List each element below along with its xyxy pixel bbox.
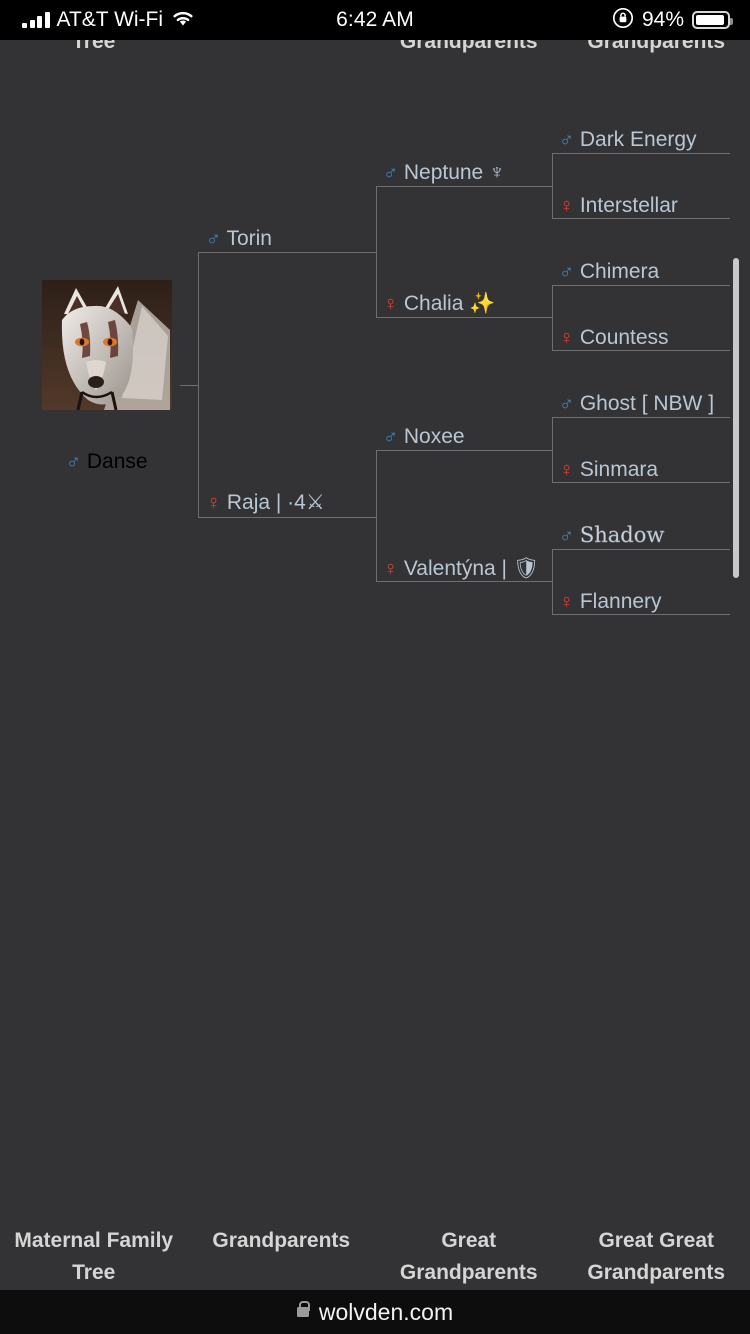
female-symbol-icon: ♀ xyxy=(559,195,574,217)
node-neptune[interactable]: ♂ Neptune ♆ xyxy=(383,162,505,183)
battery-percent-label: 94% xyxy=(641,8,684,31)
male-symbol-icon: ♂ xyxy=(383,162,398,184)
node-interstellar[interactable]: ♀ Interstellar xyxy=(559,195,678,216)
female-symbol-icon: ♀ xyxy=(559,327,574,349)
bracket-parents xyxy=(198,252,376,518)
node-name: Sinmara xyxy=(579,458,659,481)
vertical-scrollbar[interactable] xyxy=(733,258,739,578)
node-name: Torin xyxy=(226,227,272,250)
node-name: Raja | ·4⚔ xyxy=(226,491,325,514)
status-bar-right: 94% xyxy=(612,0,733,40)
maternal-tree-headers: Maternal Family Tree Grandparents Great … xyxy=(0,1225,750,1289)
node-danse[interactable]: ♂ Danse xyxy=(66,450,148,474)
node-name: Dark Energy xyxy=(579,128,697,151)
male-symbol-icon: ♂ xyxy=(559,525,574,547)
node-chalia[interactable]: ♀ Chalia ✨ xyxy=(383,293,495,314)
node-name: Flannery xyxy=(579,590,662,613)
node-noxee[interactable]: ♂ Noxee xyxy=(383,426,465,447)
maternal-header-0: Maternal Family Tree xyxy=(14,1229,174,1284)
node-name: Ghost [ NBW ] xyxy=(579,392,715,415)
female-symbol-icon: ♀ xyxy=(383,558,398,580)
node-name: Neptune ♆ xyxy=(403,161,505,184)
node-countess[interactable]: ♀ Countess xyxy=(559,327,669,348)
male-symbol-icon: ♂ xyxy=(383,426,398,448)
female-symbol-icon: ♀ xyxy=(559,459,574,481)
family-tree-page: Tree Grandparents Grandparents ♂ Danse ♂… xyxy=(0,40,750,1290)
node-torin[interactable]: ♂ Torin xyxy=(206,228,272,249)
node-name: Countess xyxy=(579,326,669,349)
maternal-family-tree: Maternal Family Tree Grandparents Great … xyxy=(0,650,750,1290)
node-name: Noxee xyxy=(403,425,465,448)
node-valentyna[interactable]: ♀ Valentýna | 🛡 xyxy=(383,558,539,579)
node-name: Chalia ✨ xyxy=(403,292,496,315)
url-label: wolvden.com xyxy=(318,1298,454,1325)
node-chimera[interactable]: ♂ Chimera xyxy=(559,261,659,282)
node-name: Shadow xyxy=(579,523,665,547)
node-name: Chimera xyxy=(579,260,660,283)
male-symbol-icon: ♂ xyxy=(559,393,574,415)
paternal-family-tree: ♂ Danse ♂ Torin ♀ Raja | ·4⚔ ♂ Neptune ♆ xyxy=(0,40,750,615)
female-symbol-icon: ♀ xyxy=(559,591,574,613)
lock-icon xyxy=(296,1301,311,1317)
male-symbol-icon: ♂ xyxy=(559,261,574,283)
node-raja[interactable]: ♀ Raja | ·4⚔ xyxy=(206,492,325,513)
node-name: Danse xyxy=(86,450,148,473)
avatar-danse[interactable] xyxy=(42,280,172,410)
male-symbol-icon: ♂ xyxy=(66,451,81,473)
node-ghost[interactable]: ♂ Ghost [ NBW ] xyxy=(559,393,714,414)
female-symbol-icon: ♀ xyxy=(383,293,398,315)
phone-screen: AT&T Wi-Fi 6:42 AM 94% Tree Grandparents… xyxy=(0,0,750,1334)
node-dark-energy[interactable]: ♂ Dark Energy xyxy=(559,129,697,150)
node-name: Interstellar xyxy=(579,194,678,217)
maternal-header-3: Great Great Grandparents xyxy=(587,1229,726,1284)
male-symbol-icon: ♂ xyxy=(206,228,221,250)
male-symbol-icon: ♂ xyxy=(559,129,574,151)
wolf-portrait-danse xyxy=(42,280,172,410)
female-symbol-icon: ♀ xyxy=(206,492,221,514)
battery-icon xyxy=(692,11,733,29)
ios-status-bar: AT&T Wi-Fi 6:42 AM 94% xyxy=(0,0,750,40)
safari-url-bar[interactable]: wolvden.com xyxy=(0,1290,750,1334)
node-flannery[interactable]: ♀ Flannery xyxy=(559,591,662,612)
rotation-lock-icon xyxy=(612,7,634,34)
maternal-header-2: Great Grandparents xyxy=(399,1229,538,1284)
connector-subject xyxy=(180,385,198,386)
node-shadow[interactable]: ♂ Shadow xyxy=(559,523,665,547)
maternal-header-1: Grandparents xyxy=(212,1229,351,1252)
node-name: Valentýna | 🛡 xyxy=(403,557,540,580)
node-sinmara[interactable]: ♀ Sinmara xyxy=(559,459,658,480)
